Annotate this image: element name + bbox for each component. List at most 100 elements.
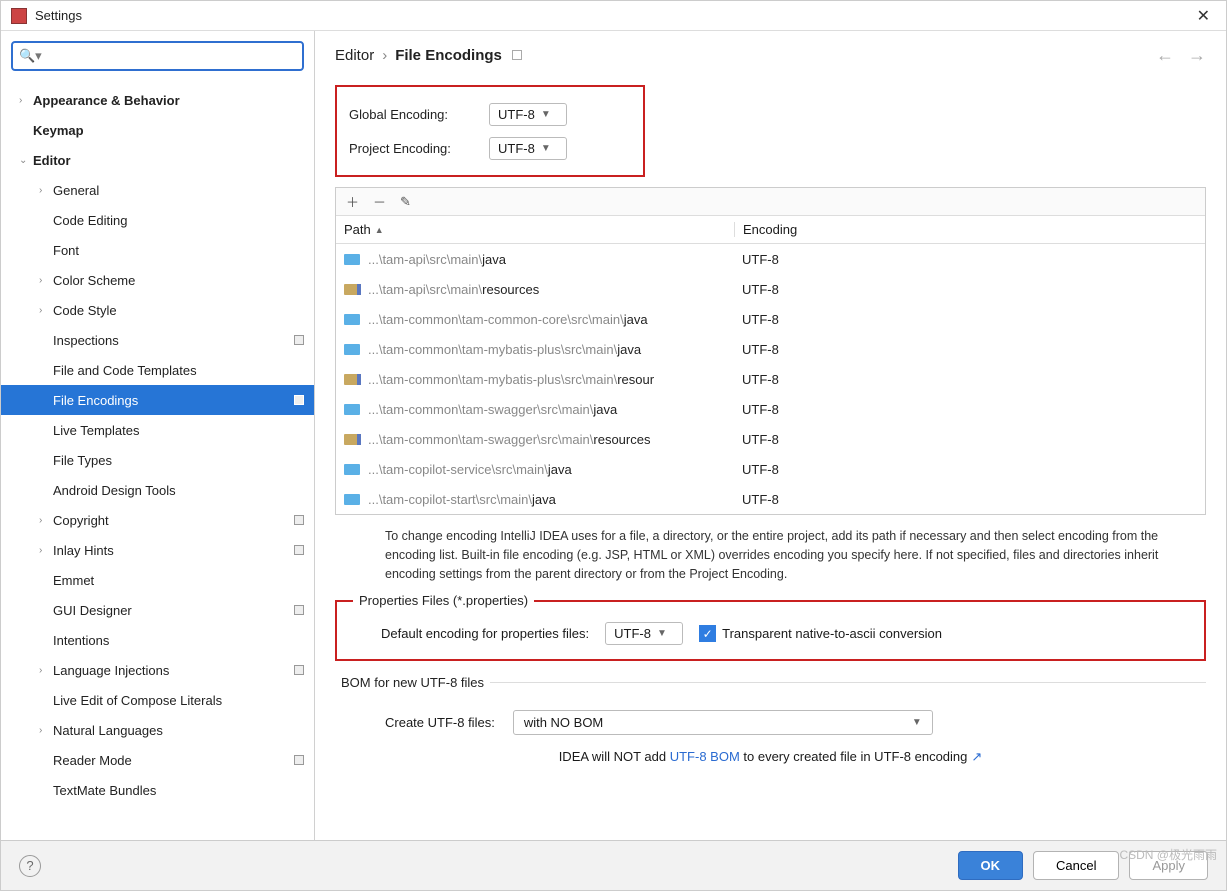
bom-combo[interactable]: with NO BOM ▼ (513, 710, 933, 735)
tree-item[interactable]: Keymap (1, 115, 314, 145)
global-encoding-combo[interactable]: UTF-8 ▼ (489, 103, 567, 126)
tree-item[interactable]: ›General (1, 175, 314, 205)
tree-item-label: File Types (53, 453, 314, 468)
chevron-right-icon: › (39, 725, 53, 736)
encoding-highlight-box: Global Encoding: UTF-8 ▼ Project Encodin… (335, 85, 645, 177)
edit-icon[interactable]: ✎ (400, 194, 411, 210)
checkbox-checked-icon: ✓ (699, 625, 716, 642)
chevron-down-icon: ⌄ (19, 155, 33, 166)
chevron-down-icon: ▼ (912, 717, 922, 728)
tree-item[interactable]: Android Design Tools (1, 475, 314, 505)
tree-item[interactable]: File Types (1, 445, 314, 475)
chevron-right-icon: › (39, 275, 53, 286)
search-input[interactable] (46, 49, 296, 64)
add-icon[interactable]: ＋ (346, 192, 359, 211)
help-icon[interactable]: ? (19, 855, 41, 877)
chevron-right-icon: › (19, 95, 33, 106)
table-row[interactable]: ...\tam-copilot-service\src\main\javaUTF… (336, 454, 1205, 484)
bom-legend: BOM for new UTF-8 files (335, 675, 490, 690)
props-encoding-combo[interactable]: UTF-8 ▼ (605, 622, 683, 645)
search-input-wrap[interactable]: 🔍▾ (11, 41, 304, 71)
chevron-down-icon: ▼ (541, 143, 551, 154)
bom-label: Create UTF-8 files: (385, 715, 495, 730)
window-title: Settings (35, 8, 1191, 23)
description-text: To change encoding IntelliJ IDEA uses fo… (385, 527, 1206, 583)
tree-item[interactable]: File Encodings (1, 385, 314, 415)
tree-item-label: Keymap (33, 123, 314, 138)
tree-item[interactable]: Font (1, 235, 314, 265)
ok-button[interactable]: OK (958, 851, 1024, 880)
tree-item[interactable]: Code Editing (1, 205, 314, 235)
project-marker-icon (512, 50, 522, 60)
folder-source-icon (344, 494, 360, 505)
sidebar: 🔍▾ ›Appearance & BehaviorKeymap⌄Editor›G… (1, 31, 315, 840)
tree-item[interactable]: Emmet (1, 565, 314, 595)
tree-item[interactable]: Reader Mode (1, 745, 314, 775)
chevron-right-icon: › (39, 515, 53, 526)
project-encoding-label: Project Encoding: (349, 141, 489, 156)
tree-item-label: File and Code Templates (53, 363, 314, 378)
folder-source-icon (344, 254, 360, 265)
breadcrumb: Editor › File Encodings ← → (315, 31, 1226, 79)
tree-item[interactable]: ›Natural Languages (1, 715, 314, 745)
tree-item[interactable]: TextMate Bundles (1, 775, 314, 805)
tree-item[interactable]: ⌄Editor (1, 145, 314, 175)
tree-item-label: Font (53, 243, 314, 258)
close-icon[interactable]: ✕ (1191, 6, 1216, 26)
table-row[interactable]: ...\tam-api\src\main\resourcesUTF-8 (336, 274, 1205, 304)
table-row[interactable]: ...\tam-copilot-start\src\main\javaUTF-8 (336, 484, 1205, 514)
cancel-button[interactable]: Cancel (1033, 851, 1119, 880)
project-marker-icon (294, 395, 304, 405)
folder-resources-icon (344, 374, 360, 385)
tree-item[interactable]: ›Inlay Hints (1, 535, 314, 565)
tree-item-label: File Encodings (53, 393, 294, 408)
properties-legend: Properties Files (*.properties) (353, 593, 534, 608)
settings-tree[interactable]: ›Appearance & Behavior Keymap ⌄Editor›Gene… (1, 81, 314, 840)
tree-item-label: Emmet (53, 573, 314, 588)
props-default-label: Default encoding for properties files: (381, 626, 589, 641)
project-encoding-combo[interactable]: UTF-8 ▼ (489, 137, 567, 160)
table-row[interactable]: ...\tam-common\tam-swagger\src\main\reso… (336, 424, 1205, 454)
project-marker-icon (294, 665, 304, 675)
folder-resources-icon (344, 284, 360, 295)
tree-item[interactable]: Intentions (1, 625, 314, 655)
table-row[interactable]: ...\tam-common\tam-mybatis-plus\src\main… (336, 364, 1205, 394)
col-encoding-label[interactable]: Encoding (734, 222, 1205, 237)
nav-forward-icon[interactable]: → (1188, 45, 1206, 66)
bom-note: IDEA will NOT add UTF-8 BOM to every cre… (335, 743, 1206, 779)
utf8-bom-link[interactable]: UTF-8 BOM (670, 749, 740, 764)
tree-item[interactable]: ›Color Scheme (1, 265, 314, 295)
table-row[interactable]: ...\tam-common\tam-swagger\src\main\java… (336, 394, 1205, 424)
tree-item[interactable]: Inspections (1, 325, 314, 355)
chevron-down-icon: ▼ (541, 109, 551, 120)
tree-item[interactable]: File and Code Templates (1, 355, 314, 385)
nav-back-icon[interactable]: ← (1156, 45, 1174, 66)
transparent-ascii-checkbox[interactable]: ✓ Transparent native-to-ascii conversion (699, 625, 942, 642)
tree-item[interactable]: Live Templates (1, 415, 314, 445)
app-icon (11, 8, 27, 24)
project-marker-icon (294, 605, 304, 615)
tree-item-label: Code Style (53, 303, 314, 318)
tree-item-label: Reader Mode (53, 753, 294, 768)
tree-item-label: Android Design Tools (53, 483, 314, 498)
table-row[interactable]: ...\tam-common\tam-mybatis-plus\src\main… (336, 334, 1205, 364)
chevron-right-icon: › (382, 47, 387, 64)
path-table: ＋ － ✎ Path▲ Encoding ...\tam-api\src\mai… (335, 187, 1206, 515)
tree-item-label: Live Edit of Compose Literals (53, 693, 314, 708)
properties-files-group: Properties Files (*.properties) Default … (335, 593, 1206, 661)
table-row[interactable]: ...\tam-api\src\main\javaUTF-8 (336, 244, 1205, 274)
remove-icon[interactable]: － (373, 192, 386, 211)
col-path-label[interactable]: Path (344, 222, 371, 237)
tree-item[interactable]: ›Code Style (1, 295, 314, 325)
table-row[interactable]: ...\tam-common\tam-common-core\src\main\… (336, 304, 1205, 334)
external-link-icon: ↗ (971, 749, 982, 764)
tree-item[interactable]: Live Edit of Compose Literals (1, 685, 314, 715)
tree-item[interactable]: GUI Designer (1, 595, 314, 625)
tree-item[interactable]: ›Language Injections (1, 655, 314, 685)
tree-item[interactable]: ›Copyright (1, 505, 314, 535)
tree-item[interactable]: ›Appearance & Behavior (1, 85, 314, 115)
search-icon: 🔍▾ (19, 48, 42, 64)
tree-item-label: Live Templates (53, 423, 314, 438)
folder-source-icon (344, 464, 360, 475)
tree-item-label: Language Injections (53, 663, 294, 678)
